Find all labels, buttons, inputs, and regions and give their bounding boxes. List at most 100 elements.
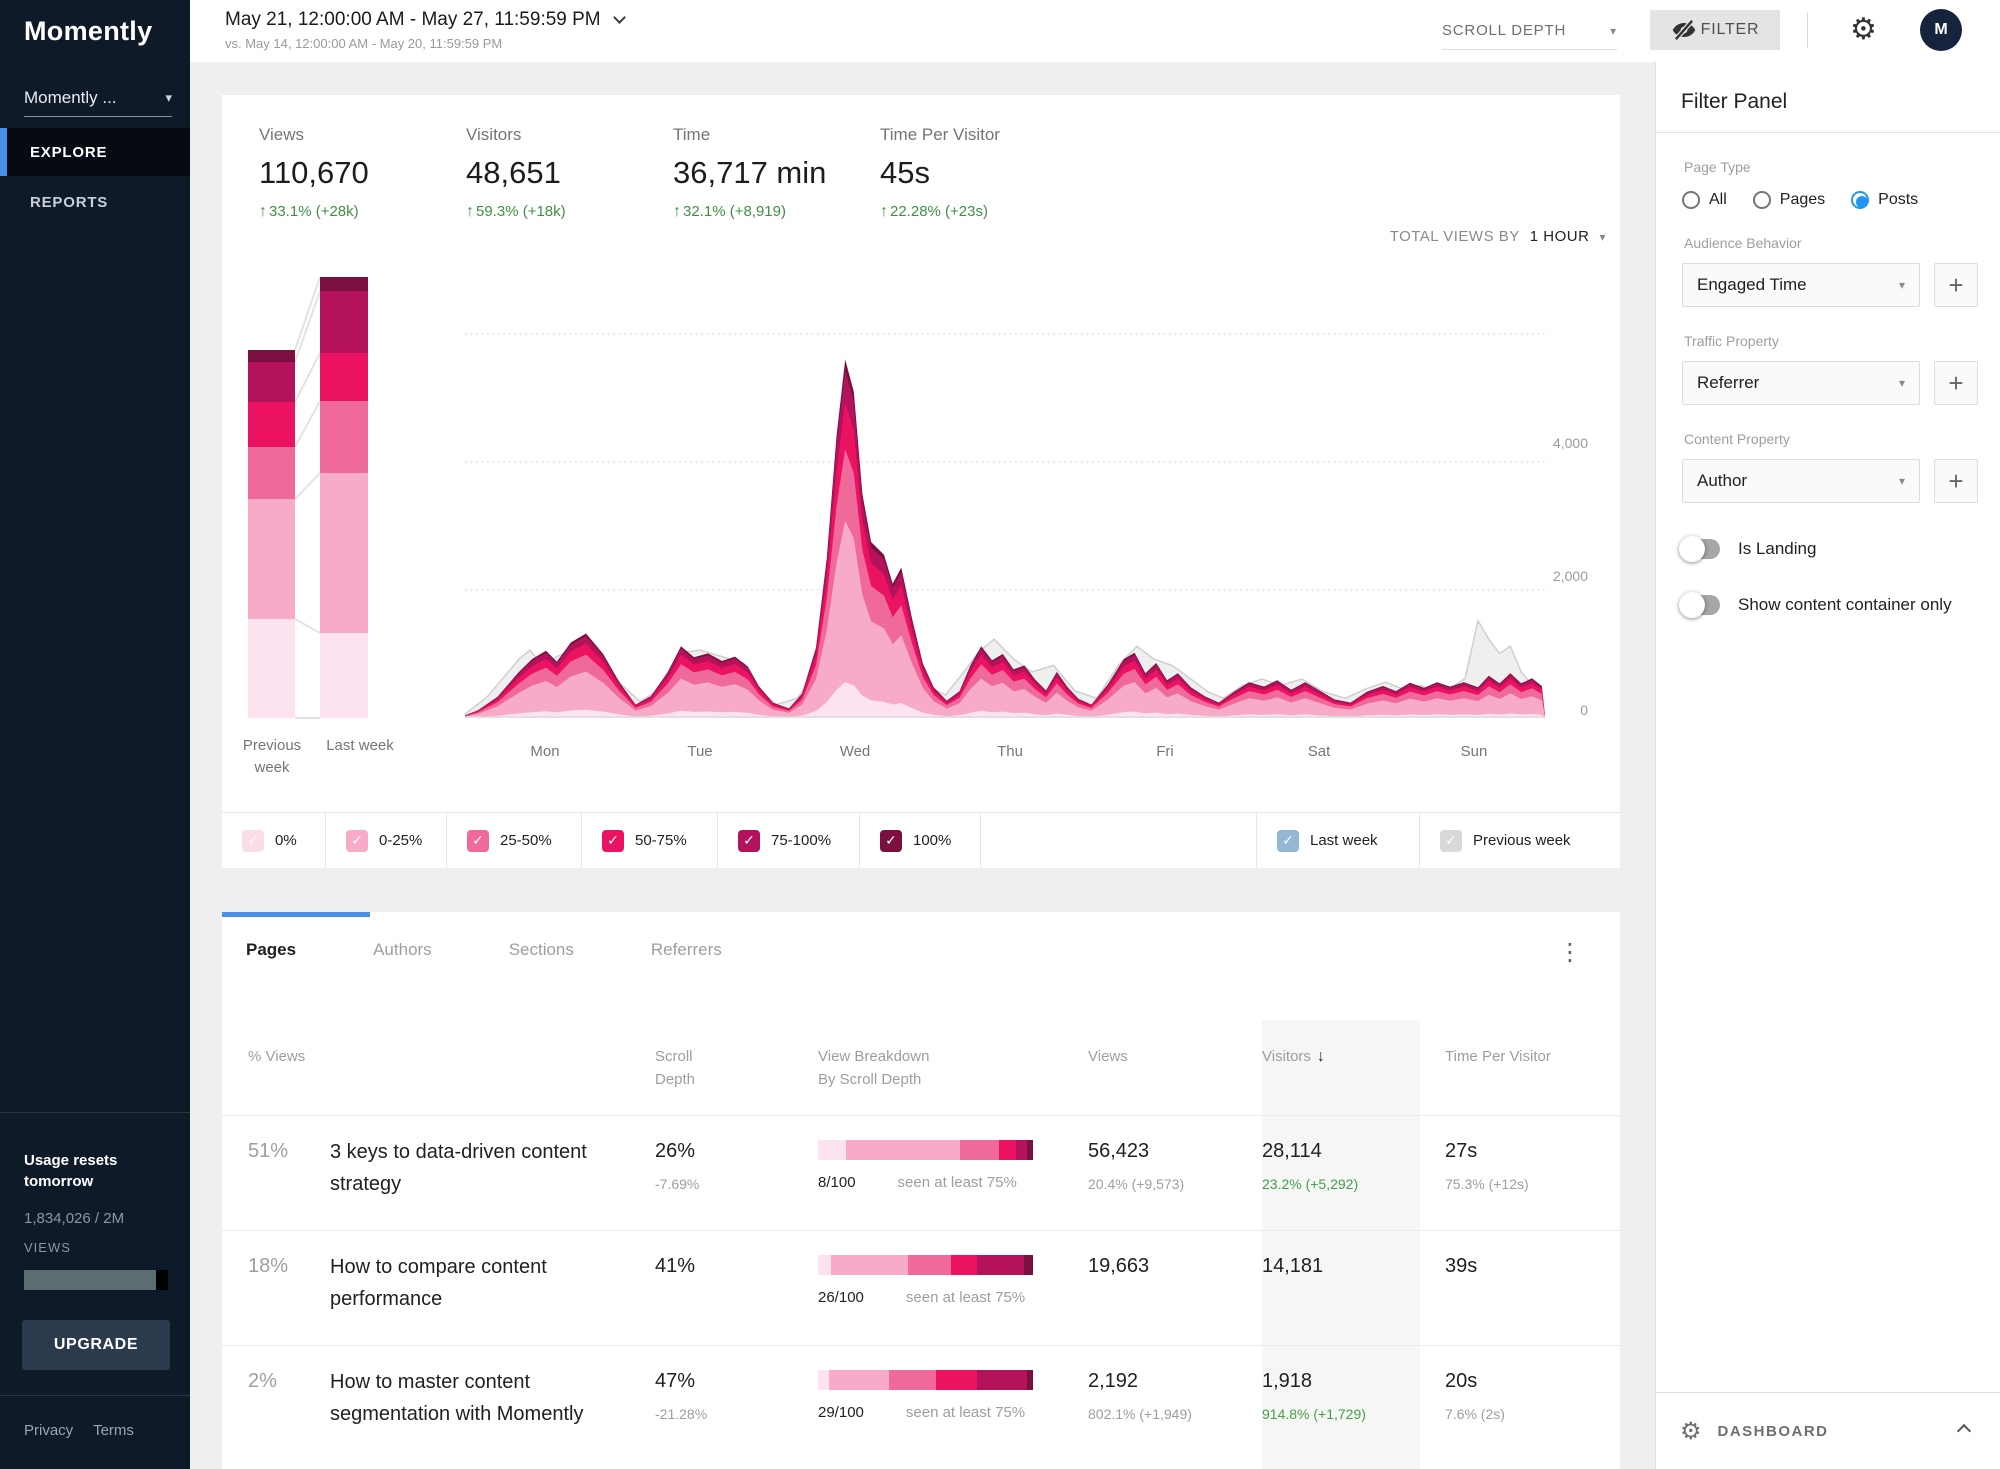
page-type-option-pages[interactable]: Pages [1753,191,1825,209]
add-filter-button[interactable]: + [1934,459,1978,503]
cell-page-title[interactable]: How to compare content performance [330,1251,630,1345]
table-row[interactable]: 2%How to master content segmentation wit… [222,1345,1620,1460]
bar-segment-50-75% [248,402,295,447]
chart-interval-prefix: TOTAL VIEWS BY [1390,228,1520,245]
cell-scroll-depth: 47% -21.28% [655,1370,818,1460]
arrow-up-icon: ↑ [466,203,474,220]
privacy-link[interactable]: Privacy [24,1422,73,1439]
metric-value: 45s [880,155,1087,191]
column-header-pct-views[interactable]: % Views [248,1045,330,1115]
toggle-knob [1679,536,1705,562]
column-header-views[interactable]: Views [1088,1045,1262,1115]
cell-visitors: 1,918914.8% (+1,729) [1262,1370,1420,1460]
metric-label: Views [259,125,466,145]
bar-segment-50-75% [320,353,368,401]
breakdown-segment-75-100% [977,1370,1026,1390]
add-filter-button[interactable]: + [1934,361,1978,405]
tpv-value: 27s [1445,1140,1620,1163]
tab-referrers[interactable]: Referrers [651,940,722,960]
cell-time-per-visitor: 27s75.3% (+12s) [1420,1140,1620,1230]
sidebar-item-reports[interactable]: REPORTS [0,178,190,226]
sidebar-divider [0,1395,190,1396]
eye-off-icon [1671,17,1697,43]
scroll-depth-delta: -21.28% [655,1406,818,1422]
date-range-selector[interactable]: May 21, 12:00:00 AM - May 27, 11:59:59 P… [225,9,624,51]
toggle-switch[interactable] [1682,595,1720,615]
metric-value: 36,717 min [673,155,880,191]
filter-select-audience-behavior[interactable]: Engaged Time▾ [1682,263,1920,307]
chart-interval-select[interactable]: TOTAL VIEWS BY 1 HOUR ▾ [1390,228,1606,245]
visitors-delta: 914.8% (+1,729) [1262,1406,1420,1422]
table-tabs: Pages Authors Sections Referrers [246,940,722,960]
legend-item-25-50: ✓25-50% [447,813,582,868]
legend-checkbox-Previousweek[interactable]: ✓ [1440,830,1462,852]
metric-card-time-per-visitor: Time Per Visitor45s↑22.28% (+23s) [880,125,1087,221]
scroll-depth-value: 26% [655,1140,818,1163]
bar-segment-100% [320,277,368,291]
breakdown-segment-50-75% [936,1370,977,1390]
legend-item-Previousweek: ✓ Previous week [1420,813,1620,868]
breakdown-segment-25-50% [908,1255,951,1275]
breakdown-segment-75-100% [977,1255,1024,1275]
tab-sections[interactable]: Sections [509,940,574,960]
brand-logo: Momently [24,16,152,47]
filter-select-traffic-property[interactable]: Referrer▾ [1682,361,1920,405]
filter-toggle-button[interactable]: FILTER [1650,10,1780,50]
filter-select-value: Referrer [1697,373,1759,393]
sidebar-item-explore[interactable]: EXPLORE [0,128,190,176]
legend-item-0-25: ✓0-25% [326,813,447,868]
cell-page-title[interactable]: 3 keys to data-driven content strategy [330,1136,630,1230]
legend-checkbox-0-25[interactable]: ✓ [346,830,368,852]
tab-pages[interactable]: Pages [246,940,296,960]
bar-segment-0% [248,619,295,718]
legend-label: Previous week [1473,832,1571,849]
toggle-row-show-content-container-only: Show content container only [1682,595,2000,615]
previous-week-stacked-bar [248,350,295,718]
visitors-value: 14,181 [1262,1255,1420,1278]
filter-panel-title: Filter Panel [1656,62,2000,133]
metric-value: 48,651 [466,155,673,191]
breakdown-segment-0-25% [846,1140,960,1160]
table-row[interactable]: 18%How to compare content performance41%… [222,1230,1620,1345]
chevron-down-icon: ▾ [1610,24,1617,38]
cell-scroll-depth: 26%-7.69% [655,1140,818,1230]
legend-checkbox-0[interactable]: ✓ [242,830,264,852]
overlay-metric-select[interactable]: SCROLL DEPTH ▾ [1442,12,1617,50]
chevron-up-icon [1957,1424,1971,1438]
scroll-depth-value: 47% [655,1370,818,1393]
page-type-option-all[interactable]: All [1682,191,1727,209]
chevron-down-icon: ▾ [1599,230,1606,244]
add-filter-button[interactable]: + [1934,263,1978,307]
legend-checkbox-100[interactable]: ✓ [880,830,902,852]
legend-checkbox-50-75[interactable]: ✓ [602,830,624,852]
cell-time-per-visitor: 20s7.6% (2s) [1420,1370,1620,1460]
filter-select-content-property[interactable]: Author▾ [1682,459,1920,503]
terms-link[interactable]: Terms [93,1422,134,1439]
filter-select-label: Traffic Property [1684,333,2000,349]
legend-checkbox-75-100[interactable]: ✓ [738,830,760,852]
column-header-scroll-depth[interactable]: ScrollDepth [655,1045,818,1115]
toggle-switch[interactable] [1682,539,1720,559]
dashboard-bottom-bar[interactable]: ⚙ DASHBOARD [1656,1392,2000,1469]
sort-descending-icon: ↓ [1317,1048,1325,1065]
metric-label: Time Per Visitor [880,125,1087,145]
user-avatar[interactable]: M [1920,9,1962,51]
page-type-option-posts[interactable]: Posts [1851,191,1918,209]
cell-page-title[interactable]: How to master content segmentation with … [330,1366,630,1460]
kebab-menu-icon[interactable]: ⋮ [1558,938,1582,967]
filter-select-row: Engaged Time▾ + [1682,263,2000,307]
page-type-label: Page Type [1684,159,2000,175]
breakdown-fraction: 29/100 [818,1404,864,1421]
x-axis-label-sun: Sun [1439,743,1509,760]
breakdown-segment-100% [1027,1140,1033,1160]
legend-checkbox-25-50[interactable]: ✓ [467,830,489,852]
column-header-visitors[interactable]: Visitors↓ [1262,1045,1420,1115]
scroll-depth-value: 41% [655,1255,818,1278]
table-row[interactable]: 51%3 keys to data-driven content strateg… [222,1115,1620,1230]
column-header-time-per-visitor[interactable]: Time Per Visitor [1420,1045,1620,1115]
upgrade-button[interactable]: UPGRADE [22,1320,170,1370]
legend-checkbox-Lastweek[interactable]: ✓ [1277,830,1299,852]
tab-authors[interactable]: Authors [373,940,432,960]
settings-gear-icon[interactable]: ⚙ [1850,10,1877,50]
workspace-select[interactable]: Momently ... ▾ [24,88,172,117]
